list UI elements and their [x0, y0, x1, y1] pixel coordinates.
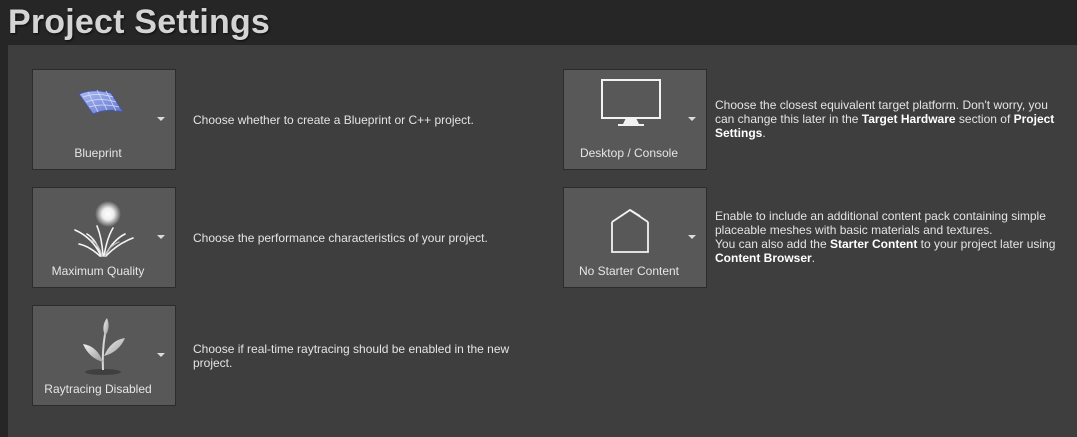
- maximum-quality-icon: [53, 194, 149, 258]
- settings-panel: Blueprint Choose whether to create a Blu…: [8, 45, 1077, 437]
- target-platform-label: Desktop / Console: [579, 146, 679, 160]
- raytracing-label: Raytracing Disabled: [44, 382, 152, 396]
- chevron-down-icon: [688, 235, 696, 239]
- quality-label: Maximum Quality: [51, 264, 145, 278]
- desktop-monitor-icon: [584, 76, 680, 140]
- target-platform-dropdown[interactable]: Desktop / Console: [563, 69, 707, 170]
- chevron-down-icon: [688, 117, 696, 121]
- raytracing-dropdown[interactable]: Raytracing Disabled: [32, 305, 176, 406]
- starter-content-description: Enable to include an additional content …: [715, 209, 1056, 265]
- raytracing-description: Choose if real-time raytracing should be…: [193, 342, 510, 370]
- project-type-dropdown[interactable]: Blueprint: [32, 69, 176, 170]
- quality-dropdown[interactable]: Maximum Quality: [32, 187, 176, 288]
- raytracing-disabled-icon: [53, 312, 149, 376]
- blueprint-icon: [53, 76, 149, 140]
- empty-box-icon: [584, 194, 680, 258]
- page-title: Project Settings: [8, 3, 271, 41]
- quality-description: Choose the performance characteristics o…: [193, 231, 488, 245]
- chevron-down-icon: [157, 117, 165, 121]
- starter-content-dropdown[interactable]: No Starter Content: [563, 187, 707, 288]
- project-type-label: Blueprint: [74, 146, 122, 160]
- starter-content-label: No Starter Content: [578, 264, 680, 278]
- chevron-down-icon: [157, 235, 165, 239]
- target-platform-description: Choose the closest equivalent target pla…: [715, 98, 1055, 140]
- project-type-description: Choose whether to create a Blueprint or …: [193, 113, 474, 127]
- chevron-down-icon: [157, 353, 165, 357]
- project-settings-page: Project Settings Blueprint Choose whethe…: [0, 0, 1077, 437]
